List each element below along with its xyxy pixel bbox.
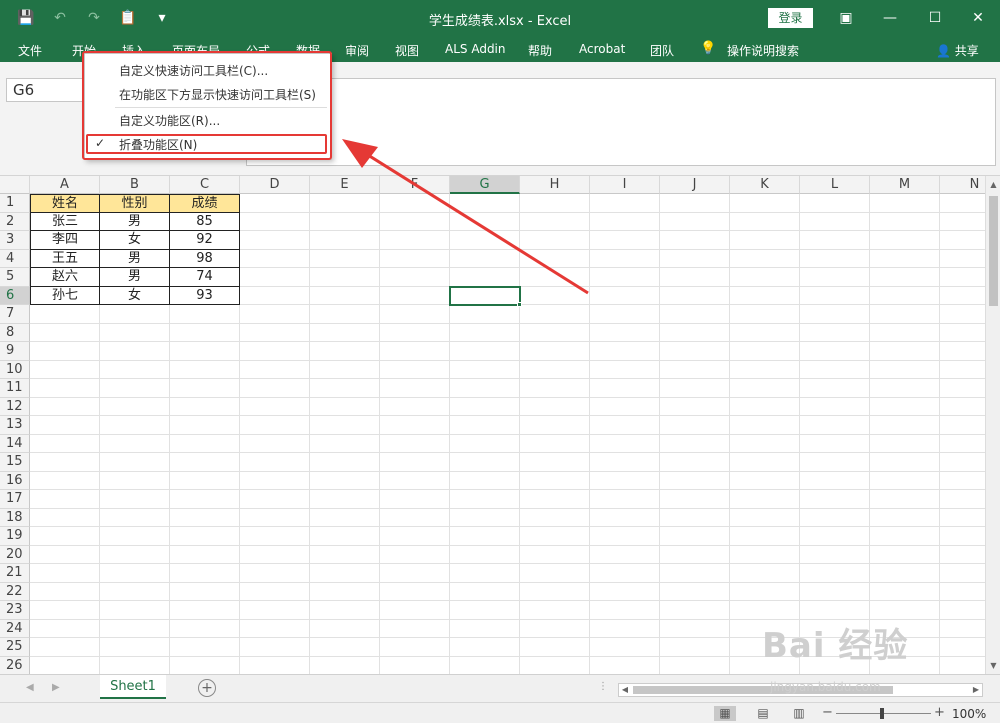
baidu-watermark-url: jingyan.baidu.com xyxy=(770,680,881,694)
baidu-watermark: Bai 经验 xyxy=(762,626,909,666)
annotation-arrow-icon xyxy=(342,139,589,295)
